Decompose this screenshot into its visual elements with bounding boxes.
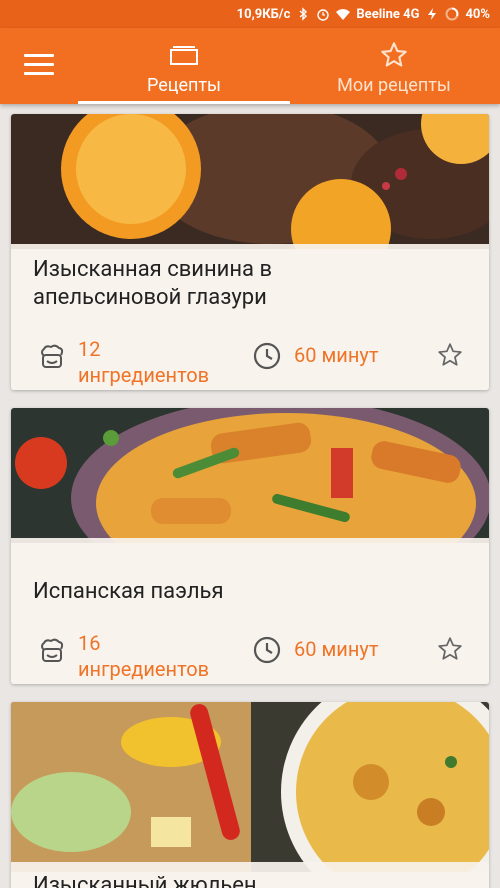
clock-icon — [253, 342, 281, 370]
ingredients-count: 12 ингредиентов — [78, 337, 210, 387]
recipe-title: Изысканная свинина в апельсиновой глазур… — [33, 257, 273, 310]
clock-icon — [253, 636, 281, 664]
recipe-title: Испанская паэлья — [33, 579, 224, 604]
tab-my-recipes[interactable]: Мои рецепты — [296, 28, 492, 104]
status-bar: 10,9КБ/с Beeline 4G 40% — [0, 0, 500, 28]
wifi-icon — [336, 7, 351, 21]
carrier-label: Beeline 4G — [356, 6, 420, 22]
bluetooth-icon — [296, 7, 310, 21]
recipe-list[interactable]: Изысканная свинина в апельсиновой глазур… — [0, 104, 500, 888]
star-outline-icon[interactable] — [437, 636, 463, 662]
chef-hat-icon — [41, 344, 64, 368]
recipe-meta: 16 ингредиентов 60 минут — [11, 630, 489, 684]
tab-indicator — [78, 101, 290, 104]
recipe-photo — [11, 114, 489, 249]
battery-icon — [445, 7, 459, 21]
tab-label: Мои рецепты — [337, 75, 451, 96]
cook-time: 60 минут — [294, 343, 379, 367]
ingredients-count: 16 ингредиентов — [78, 631, 210, 681]
tab-label: Рецепты — [146, 75, 222, 96]
tab-recipes[interactable]: Рецепты — [78, 28, 290, 104]
app-bar: Рецепты Мои рецепты — [0, 28, 500, 104]
alarm-icon — [316, 7, 330, 21]
recipe-meta: 12 ингредиентов 60 минут — [11, 336, 489, 390]
recipe-title: Изысканный жюльен — [33, 873, 257, 888]
charging-icon — [425, 7, 439, 21]
recipe-card[interactable]: Изысканная свинина в апельсиновой глазур… — [11, 114, 489, 390]
chef-hat-icon — [41, 638, 64, 662]
star-outline-icon[interactable] — [437, 342, 463, 368]
cook-time: 60 минут — [294, 637, 379, 661]
hamburger-icon[interactable] — [24, 54, 54, 76]
network-speed: 10,9КБ/с — [236, 6, 291, 22]
recipe-photo — [11, 408, 489, 543]
recipe-photo — [11, 702, 489, 872]
recipe-card[interactable]: Изысканный жюльен — [11, 702, 489, 888]
battery-level: 40% — [465, 6, 490, 22]
star-outline-icon — [381, 42, 407, 67]
cards-icon — [170, 46, 198, 65]
recipe-card[interactable]: Испанская паэлья 16 ингредиентов 60 мину… — [11, 408, 489, 684]
